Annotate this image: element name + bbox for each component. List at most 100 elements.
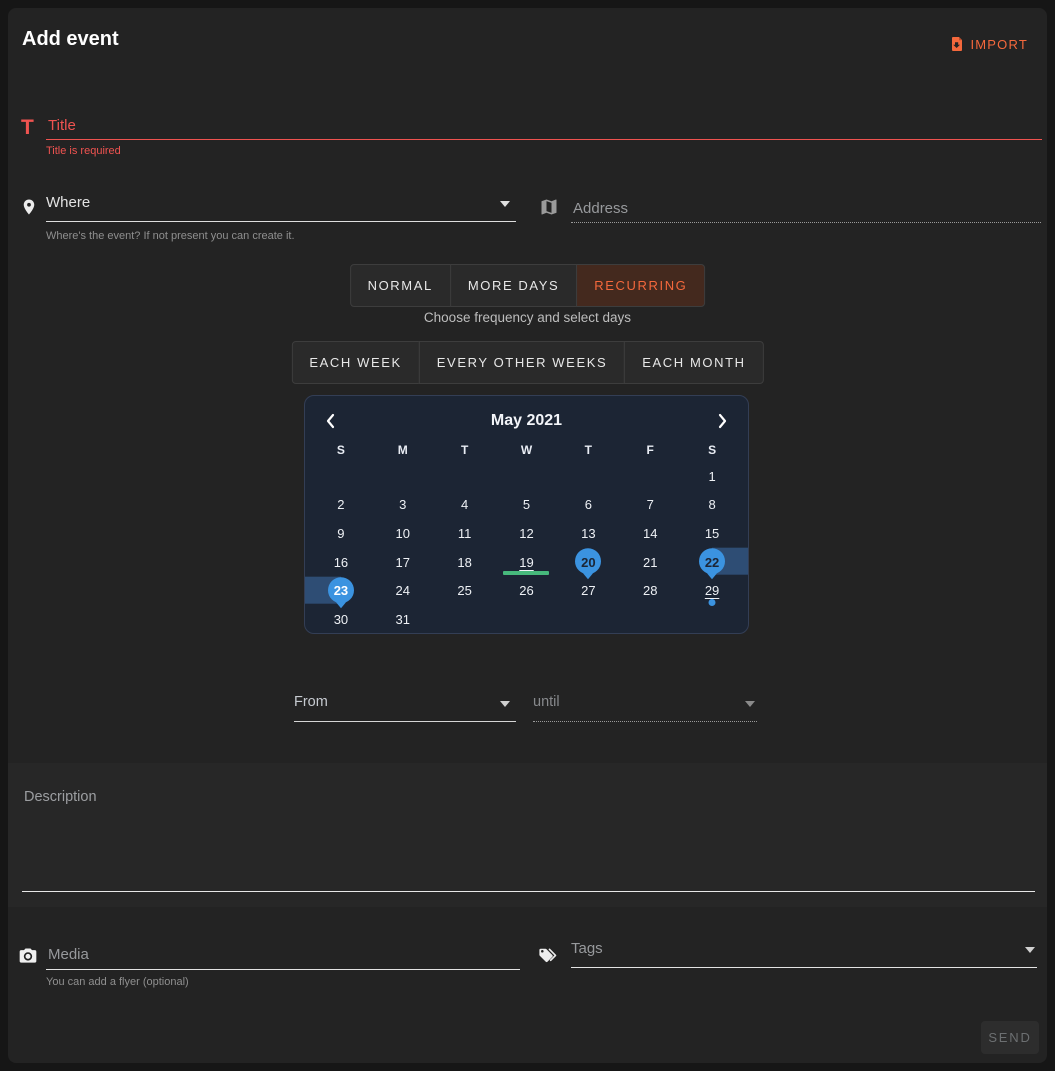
calendar-day-empty — [619, 605, 681, 634]
calendar-week-row: 2324 25 26 27 28 29 — [310, 576, 743, 605]
calendar-day-number: 25 — [457, 583, 471, 598]
calendar-day-number: 12 — [519, 526, 533, 541]
tags-placeholder: Tags — [571, 940, 603, 957]
chevron-down-icon — [500, 701, 510, 707]
calendar-prev-button[interactable] — [321, 411, 339, 431]
frequency-option-every-other-weeks[interactable]: EVERY OTHER WEEKS — [419, 341, 625, 384]
tags-select[interactable]: Tags — [571, 940, 1037, 968]
calendar-week-row: 9 10 11 12 13 14 15 — [310, 519, 743, 548]
calendar-month-label: May 2021 — [491, 412, 562, 430]
calendar-day-13[interactable]: 13 — [557, 519, 619, 548]
calendar-day-29[interactable]: 29 — [681, 576, 743, 605]
calendar-day-empty — [557, 605, 619, 634]
calendar-day-2[interactable]: 2 — [310, 491, 372, 520]
media-helper-text: You can add a flyer (optional) — [46, 976, 189, 988]
tags-icon — [538, 947, 560, 966]
calendar-weekday-label: M — [372, 440, 434, 460]
location-pin-icon — [20, 198, 38, 216]
calendar-day-number: 19 — [519, 555, 533, 570]
calendar-day-19[interactable]: 19 — [496, 548, 558, 577]
import-button[interactable]: IMPORT — [947, 32, 1030, 56]
calendar-weekday-label: F — [619, 440, 681, 460]
calendar-day-empty — [496, 605, 558, 634]
tab-recurring[interactable]: RECURRING — [576, 264, 705, 307]
calendar-day-empty — [434, 605, 496, 634]
calendar-day-31[interactable]: 31 — [372, 605, 434, 634]
address-input[interactable] — [571, 194, 1041, 223]
add-event-page: Add event IMPORT T Title is required Whe… — [0, 0, 1055, 1071]
event-type-tabs: NORMALMORE DAYSRECURRING — [350, 264, 706, 307]
calendar-weekday-label: T — [434, 440, 496, 460]
calendar-day-21[interactable]: 21 — [619, 548, 681, 577]
calendar-day-12[interactable]: 12 — [496, 519, 558, 548]
calendar-day-7[interactable]: 7 — [619, 491, 681, 520]
chevron-down-icon — [500, 201, 510, 207]
calendar-day-30[interactable]: 30 — [310, 605, 372, 634]
calendar-day-number: 18 — [457, 555, 471, 570]
calendar-day-number: 31 — [396, 612, 410, 627]
calendar-day-14[interactable]: 14 — [619, 519, 681, 548]
calendar-week-row: 16171819202122 — [310, 548, 743, 577]
calendar: May 2021 SMTWTFS 12345678910111213141516… — [304, 395, 749, 634]
calendar-week-row: 2 34 5 6 7 8 — [310, 491, 743, 520]
calendar-week-row: 30 31 — [310, 605, 743, 634]
calendar-day-number: 10 — [396, 526, 410, 541]
chevron-right-icon — [718, 413, 728, 429]
calendar-day-25[interactable]: 25 — [434, 576, 496, 605]
calendar-day-16[interactable]: 16 — [310, 548, 372, 577]
calendar-day-empty — [496, 462, 558, 491]
frequency-option-each-month[interactable]: EACH MONTH — [624, 341, 763, 384]
calendar-day-15[interactable]: 15 — [681, 519, 743, 548]
calendar-day-28[interactable]: 28 — [619, 576, 681, 605]
tab-more-days[interactable]: MORE DAYS — [450, 264, 577, 307]
event-dot-indicator — [709, 599, 716, 606]
calendar-day-number: 7 — [647, 497, 654, 512]
calendar-day-number: 22 — [705, 555, 719, 570]
title-input[interactable] — [46, 112, 1042, 140]
calendar-day-number: 5 — [523, 497, 530, 512]
where-helper-text: Where's the event? If not present you ca… — [46, 230, 295, 242]
description-input[interactable] — [22, 787, 1035, 892]
calendar-day-number: 9 — [337, 526, 344, 541]
calendar-day-17[interactable]: 17 — [372, 548, 434, 577]
calendar-day-18[interactable]: 18 — [434, 548, 496, 577]
calendar-day-3[interactable]: 3 — [372, 491, 434, 520]
calendar-grid: 1234567891011121314151617181920212223242… — [305, 462, 748, 634]
calendar-day-6[interactable]: 6 — [557, 491, 619, 520]
calendar-day-number: 27 — [581, 583, 595, 598]
calendar-day-number: 14 — [643, 526, 657, 541]
calendar-day-9[interactable]: 9 — [310, 519, 372, 548]
calendar-day-4[interactable]: 4 — [434, 491, 496, 520]
title-error-text: Title is required — [46, 145, 121, 157]
frequency-option-each-week[interactable]: EACH WEEK — [291, 341, 419, 384]
calendar-day-5[interactable]: 5 — [496, 491, 558, 520]
calendar-day-20[interactable]: 20 — [557, 548, 619, 577]
send-button[interactable]: SEND — [981, 1021, 1039, 1054]
calendar-day-11[interactable]: 11 — [434, 519, 496, 548]
calendar-day-22[interactable]: 22 — [681, 548, 743, 577]
calendar-day-27[interactable]: 27 — [557, 576, 619, 605]
calendar-day-23[interactable]: 23 — [310, 576, 372, 605]
until-select[interactable]: until — [533, 694, 757, 722]
calendar-day-empty — [310, 462, 372, 491]
tab-normal[interactable]: NORMAL — [350, 264, 451, 307]
calendar-day-8[interactable]: 8 — [681, 491, 743, 520]
calendar-day-26[interactable]: 26 — [496, 576, 558, 605]
calendar-day-number: 29 — [705, 583, 719, 598]
today-indicator-bar — [503, 571, 549, 575]
calendar-day-1[interactable]: 1 — [681, 462, 743, 491]
calendar-day-10[interactable]: 10 — [372, 519, 434, 548]
media-input[interactable] — [46, 940, 520, 970]
calendar-day-empty — [557, 462, 619, 491]
calendar-day-number: 2 — [337, 497, 344, 512]
calendar-header: May 2021 — [305, 396, 748, 438]
where-select[interactable]: Where — [46, 194, 516, 222]
calendar-day-empty — [434, 462, 496, 491]
from-select[interactable]: From — [294, 694, 516, 722]
import-label: IMPORT — [970, 37, 1028, 52]
calendar-day-empty — [681, 605, 743, 634]
calendar-day-24[interactable]: 24 — [372, 576, 434, 605]
description-section — [8, 763, 1047, 907]
calendar-next-button[interactable] — [714, 411, 732, 431]
frequency-options: EACH WEEKEVERY OTHER WEEKSEACH MONTH — [291, 341, 763, 384]
